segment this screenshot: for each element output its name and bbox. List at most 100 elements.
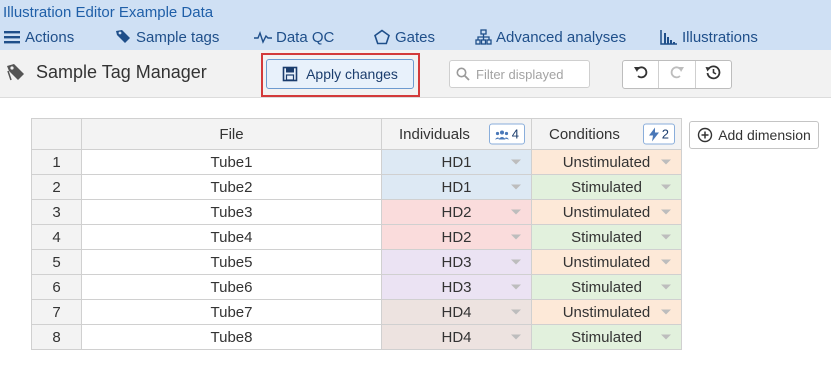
file-cell: Tube2	[81, 174, 382, 200]
chevron-down-icon	[661, 209, 671, 215]
condition-value: Unstimulated	[562, 303, 651, 321]
table-row: 5 Tube5 HD3 Unstimulated	[31, 249, 682, 275]
undo-icon	[633, 64, 649, 85]
condition-value: Unstimulated	[562, 203, 651, 221]
individual-select[interactable]: HD1	[381, 149, 532, 175]
plus-circle-icon	[697, 127, 713, 143]
filter-box	[449, 60, 590, 88]
menu-advanced-analyses-label: Advanced analyses	[496, 28, 627, 46]
row-index: 2	[31, 174, 82, 200]
condition-select[interactable]: Unstimulated	[531, 299, 682, 325]
table-row: 2 Tube2 HD1 Stimulated	[31, 174, 682, 200]
conditions-column-label: Conditions	[549, 125, 620, 143]
filter-input[interactable]	[476, 66, 581, 82]
add-dimension-button[interactable]: Add dimension	[689, 121, 819, 149]
apply-changes-label: Apply changes	[306, 66, 398, 82]
file-cell: Tube1	[81, 149, 382, 175]
individual-value: HD3	[441, 253, 472, 271]
menu-illustrations[interactable]: Illustrations	[660, 27, 758, 47]
table-row: 4 Tube4 HD2 Stimulated	[31, 224, 682, 250]
save-icon	[282, 66, 298, 82]
menu-advanced-analyses[interactable]: Advanced analyses	[474, 27, 626, 47]
condition-select[interactable]: Stimulated	[531, 324, 682, 350]
table-row: 1 Tube1 HD1 Unstimulated	[31, 149, 682, 175]
condition-select[interactable]: Stimulated	[531, 274, 682, 300]
chevron-down-icon	[511, 334, 521, 340]
chevron-down-icon	[511, 209, 521, 215]
table-row: 7 Tube7 HD4 Unstimulated	[31, 299, 682, 325]
page-toolbar: Sample Tag Manager Apply changes	[0, 50, 831, 98]
chevron-down-icon	[661, 334, 671, 340]
search-icon	[456, 67, 470, 81]
file-cell: Tube7	[81, 299, 382, 325]
condition-select[interactable]: Stimulated	[531, 174, 682, 200]
file-cell: Tube6	[81, 274, 382, 300]
individual-value: HD3	[441, 278, 472, 296]
row-index: 1	[31, 149, 82, 175]
history-controls	[622, 60, 732, 89]
file-cell: Tube4	[81, 224, 382, 250]
add-dimension-label: Add dimension	[718, 127, 811, 143]
chevron-down-icon	[661, 159, 671, 165]
condition-select[interactable]: Unstimulated	[531, 249, 682, 275]
individual-select[interactable]: HD3	[381, 274, 532, 300]
lightning-icon	[648, 127, 659, 141]
main-menu: Actions Sample tags Data QC Gates Advanc…	[0, 27, 831, 49]
sample-tag-table: File Individuals 4 Conditions 2 1 Tube1 …	[31, 118, 682, 350]
condition-select[interactable]: Stimulated	[531, 224, 682, 250]
individuals-column-label: Individuals	[399, 125, 470, 143]
menu-sample-tags[interactable]: Sample tags	[114, 27, 219, 47]
individuals-count-badge[interactable]: 4	[488, 123, 525, 145]
histogram-icon	[660, 29, 678, 45]
individual-value: HD2	[441, 228, 472, 246]
chevron-down-icon	[661, 259, 671, 265]
page-title: Sample Tag Manager	[6, 62, 207, 83]
menu-data-qc[interactable]: Data QC	[254, 27, 334, 47]
condition-select[interactable]: Unstimulated	[531, 149, 682, 175]
chevron-down-icon	[511, 159, 521, 165]
individual-select[interactable]: HD4	[381, 324, 532, 350]
individual-select[interactable]: HD1	[381, 174, 532, 200]
menu-sample-tags-label: Sample tags	[136, 28, 220, 46]
menu-illustrations-label: Illustrations	[682, 28, 758, 46]
individual-select[interactable]: HD4	[381, 299, 532, 325]
conditions-count-badge[interactable]: 2	[642, 123, 675, 145]
chevron-down-icon	[511, 184, 521, 190]
file-cell: Tube3	[81, 199, 382, 225]
individual-select[interactable]: HD2	[381, 199, 532, 225]
menu-gates-label: Gates	[395, 28, 436, 46]
apply-changes-button[interactable]: Apply changes	[266, 59, 414, 89]
table-row: 3 Tube3 HD2 Unstimulated	[31, 199, 682, 225]
table-row: 8 Tube8 HD4 Stimulated	[31, 324, 682, 350]
menu-actions[interactable]: Actions	[3, 27, 74, 47]
page-title-text: Sample Tag Manager	[36, 62, 207, 82]
condition-value: Stimulated	[571, 228, 642, 246]
redo-button[interactable]	[659, 61, 696, 88]
undo-button[interactable]	[623, 61, 660, 88]
group-icon	[494, 129, 509, 139]
row-index: 4	[31, 224, 82, 250]
revert-button[interactable]	[696, 61, 731, 88]
individuals-count: 4	[511, 126, 519, 142]
individual-select[interactable]: HD2	[381, 224, 532, 250]
condition-value: Unstimulated	[562, 153, 651, 171]
condition-value: Stimulated	[571, 278, 642, 296]
condition-select[interactable]: Unstimulated	[531, 199, 682, 225]
file-cell: Tube8	[81, 324, 382, 350]
menu-actions-label: Actions	[25, 28, 75, 46]
menu-data-qc-label: Data QC	[276, 28, 335, 46]
table-row: 6 Tube6 HD3 Stimulated	[31, 274, 682, 300]
row-index: 6	[31, 274, 82, 300]
chevron-down-icon	[511, 259, 521, 265]
chevron-down-icon	[511, 284, 521, 290]
pulse-icon	[254, 29, 272, 45]
row-index: 7	[31, 299, 82, 325]
individual-select[interactable]: HD3	[381, 249, 532, 275]
individual-value: HD1	[441, 153, 472, 171]
index-column-header	[31, 118, 82, 150]
menu-gates[interactable]: Gates	[373, 27, 435, 47]
individual-value: HD2	[441, 203, 472, 221]
tag-icon	[6, 63, 28, 83]
chevron-down-icon	[511, 309, 521, 315]
condition-value: Unstimulated	[562, 253, 651, 271]
